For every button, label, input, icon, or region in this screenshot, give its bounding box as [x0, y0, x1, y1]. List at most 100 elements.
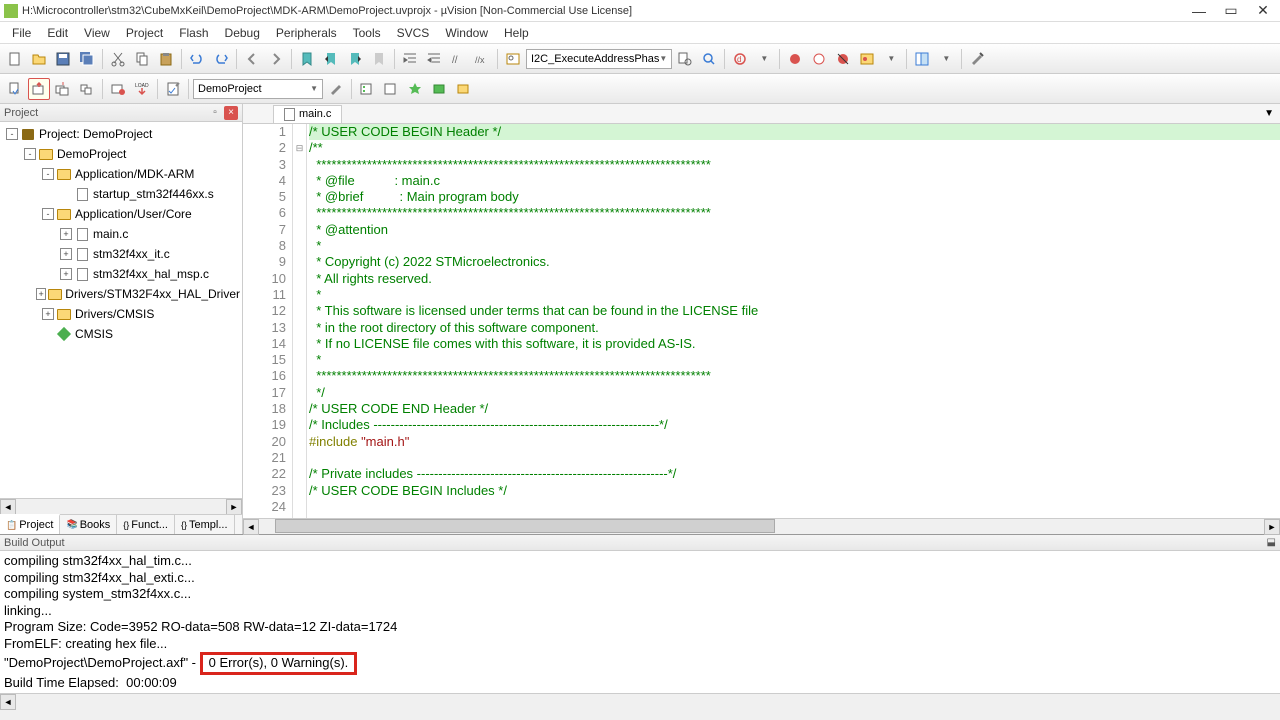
menu-window[interactable]: Window — [437, 24, 496, 42]
new-file-button[interactable] — [4, 48, 26, 70]
menu-view[interactable]: View — [76, 24, 118, 42]
editor-scroll-right[interactable]: ► — [1264, 519, 1280, 535]
download-button[interactable]: LOAD — [131, 78, 153, 100]
editor-hscroll[interactable]: ◄ ► — [243, 518, 1280, 534]
layout-dropdown[interactable]: ▼ — [935, 48, 957, 70]
minimize-button[interactable]: — — [1192, 4, 1206, 18]
editor-scroll-left[interactable]: ◄ — [243, 519, 259, 535]
tree-node[interactable]: -Application/User/Core — [2, 204, 240, 224]
fold-column[interactable]: ⊟ — [293, 124, 307, 518]
panel-tab-books[interactable]: 📚Books — [60, 515, 117, 534]
tree-expander[interactable]: + — [36, 288, 46, 300]
manage-rte-button[interactable] — [404, 78, 426, 100]
tree-node[interactable]: startup_stm32f446xx.s — [2, 184, 240, 204]
menu-svcs[interactable]: SVCS — [389, 24, 438, 42]
breakpoint-dropdown[interactable]: ▼ — [880, 48, 902, 70]
close-button[interactable]: ✕ — [1256, 4, 1270, 18]
panel-tab-templ[interactable]: {}Templ... — [175, 515, 235, 534]
save-all-button[interactable] — [76, 48, 98, 70]
breakpoint-disable-button[interactable] — [808, 48, 830, 70]
tree-node[interactable]: +Drivers/STM32F4xx_HAL_Driver — [2, 284, 240, 304]
bookmark-prev-button[interactable] — [320, 48, 342, 70]
status-scroll-left[interactable]: ◄ — [0, 694, 16, 710]
menu-project[interactable]: Project — [118, 24, 171, 42]
batch-build-button[interactable] — [76, 78, 98, 100]
outdent-button[interactable] — [423, 48, 445, 70]
indent-button[interactable] — [399, 48, 421, 70]
nav-forward-button[interactable] — [265, 48, 287, 70]
target-combo[interactable]: DemoProject▼ — [193, 79, 323, 99]
tree-expander[interactable]: + — [60, 248, 72, 260]
tree-expander[interactable]: - — [42, 208, 54, 220]
menu-debug[interactable]: Debug — [217, 24, 268, 42]
build-button[interactable] — [28, 78, 50, 100]
undo-button[interactable] — [186, 48, 208, 70]
tree-node[interactable]: CMSIS — [2, 324, 240, 344]
tree-node[interactable]: -Project: DemoProject — [2, 124, 240, 144]
incremental-find-button[interactable] — [698, 48, 720, 70]
find-in-files-button[interactable] — [674, 48, 696, 70]
redo-button[interactable] — [210, 48, 232, 70]
menu-peripherals[interactable]: Peripherals — [268, 24, 345, 42]
options-button[interactable] — [325, 78, 347, 100]
window-layout-button[interactable] — [911, 48, 933, 70]
maximize-button[interactable]: ▭ — [1224, 4, 1238, 18]
nav-back-button[interactable] — [241, 48, 263, 70]
menu-flash[interactable]: Flash — [171, 24, 216, 42]
breakpoint-window-button[interactable] — [856, 48, 878, 70]
save-button[interactable] — [52, 48, 74, 70]
comment-button[interactable]: // — [447, 48, 469, 70]
tree-node[interactable]: +stm32f4xx_hal_msp.c — [2, 264, 240, 284]
configure-button[interactable] — [966, 48, 988, 70]
tree-node[interactable]: +stm32f4xx_it.c — [2, 244, 240, 264]
tree-hscroll[interactable]: ◄ ► — [0, 498, 242, 514]
open-button[interactable] — [28, 48, 50, 70]
find-button[interactable] — [502, 48, 524, 70]
breakpoint-kill-button[interactable] — [832, 48, 854, 70]
tree-expander[interactable]: - — [42, 168, 54, 180]
scroll-right-button[interactable]: ► — [226, 499, 242, 515]
code-editor[interactable]: 123456789101112131415161718192021222324 … — [243, 124, 1280, 518]
code-content[interactable]: /* USER CODE BEGIN Header *//** ********… — [307, 124, 1280, 518]
menu-file[interactable]: File — [4, 24, 39, 42]
manage-button[interactable] — [356, 78, 378, 100]
tree-node[interactable]: -Application/MDK-ARM — [2, 164, 240, 184]
paste-button[interactable] — [155, 48, 177, 70]
project-tree[interactable]: -Project: DemoProject-DemoProject-Applic… — [0, 122, 242, 498]
pack-installer-button[interactable] — [452, 78, 474, 100]
tree-node[interactable]: +main.c — [2, 224, 240, 244]
debug-button[interactable]: d — [729, 48, 751, 70]
tree-expander[interactable]: + — [60, 228, 72, 240]
stop-build-button[interactable] — [107, 78, 129, 100]
find-combo[interactable]: I2C_ExecuteAddressPhas▼ — [526, 49, 672, 69]
menu-help[interactable]: Help — [496, 24, 537, 42]
panel-pin-button[interactable]: ▫ — [208, 106, 222, 120]
build-pin-button[interactable]: ⬓ — [1267, 537, 1276, 548]
tree-node[interactable]: +Drivers/CMSIS — [2, 304, 240, 324]
tree-expander[interactable]: - — [6, 128, 18, 140]
tree-expander[interactable]: + — [42, 308, 54, 320]
tree-expander[interactable]: + — [60, 268, 72, 280]
zoom-dropdown[interactable]: ▼ — [753, 48, 775, 70]
target-options-button[interactable] — [162, 78, 184, 100]
panel-tab-project[interactable]: 📋Project — [0, 514, 60, 534]
file-ext-button[interactable] — [380, 78, 402, 100]
uncomment-button[interactable]: //x — [471, 48, 493, 70]
menu-edit[interactable]: Edit — [39, 24, 76, 42]
scroll-left-button[interactable]: ◄ — [0, 499, 16, 515]
tree-node[interactable]: -DemoProject — [2, 144, 240, 164]
editor-tab-dropdown[interactable]: ▼ — [1258, 108, 1280, 119]
breakpoint-insert-button[interactable] — [784, 48, 806, 70]
bookmark-button[interactable] — [296, 48, 318, 70]
select-packs-button[interactable] — [428, 78, 450, 100]
panel-close-button[interactable]: × — [224, 106, 238, 120]
panel-tab-funct[interactable]: {}Funct... — [117, 515, 175, 534]
menu-tools[interactable]: Tools — [345, 24, 389, 42]
scroll-thumb[interactable] — [275, 519, 775, 533]
bookmark-clear-button[interactable] — [368, 48, 390, 70]
bookmark-next-button[interactable] — [344, 48, 366, 70]
translate-button[interactable] — [4, 78, 26, 100]
editor-tab-main[interactable]: main.c — [273, 105, 342, 123]
build-output-text[interactable]: compiling stm32f4xx_hal_tim.c...compilin… — [0, 551, 1280, 693]
copy-button[interactable] — [131, 48, 153, 70]
